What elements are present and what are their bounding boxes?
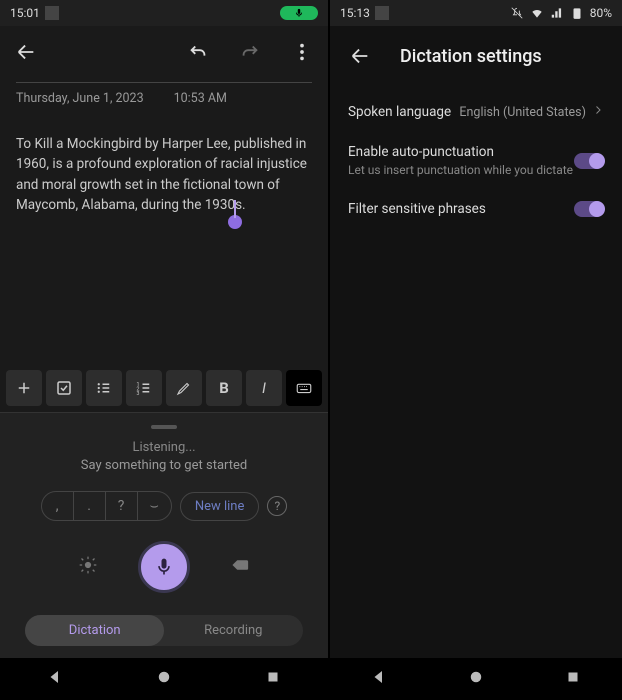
add-icon[interactable] [6,370,42,406]
mode-recording[interactable]: Recording [164,615,303,646]
newline-button[interactable]: New line [180,492,260,521]
undo-icon[interactable] [182,36,214,68]
text-cursor-handle[interactable] [228,215,242,229]
mic-button[interactable] [138,541,190,593]
note-content[interactable]: Thursday, June 1, 2023 10:53 AM To Kill … [0,82,328,215]
backspace-icon[interactable] [230,555,250,579]
back-icon[interactable] [10,36,42,68]
mic-row [10,541,318,593]
chevron-right-icon [592,104,604,120]
page-title: Dictation settings [400,46,542,67]
note-time: 10:53 AM [174,91,227,106]
status-app-icon [375,6,389,20]
setting-spoken-language[interactable]: Spoken language English (United States) [330,92,622,132]
italic-button[interactable]: I [246,370,282,406]
nav-recent-icon[interactable] [564,668,582,690]
numbered-list-icon[interactable]: 123 [126,370,162,406]
silent-icon [510,6,524,20]
app-topbar [0,26,328,82]
redo-icon[interactable] [234,36,266,68]
punctuation-row: , . ? ⌣ New line ? [10,491,318,521]
more-icon[interactable] [286,36,318,68]
toggle-filter-phrases[interactable] [574,201,604,217]
mode-dictation[interactable]: Dictation [25,615,164,646]
android-nav-bar [330,658,622,700]
period-button[interactable]: . [74,492,106,520]
status-icons: 80% [510,6,612,20]
status-bar: 15:01 [0,0,328,26]
mic-active-pill[interactable] [280,6,318,20]
signal-icon [550,6,564,20]
battery-percent: 80% [590,6,612,20]
back-icon[interactable] [344,40,376,72]
punctuation-group: , . ? ⌣ [41,491,172,521]
settings-gear-icon[interactable] [78,555,98,579]
setting-filter-phrases[interactable]: Filter sensitive phrases [330,189,622,229]
space-button[interactable]: ⌣ [138,492,171,520]
keyboard-icon[interactable] [286,370,322,406]
note-date-row: Thursday, June 1, 2023 10:53 AM [16,91,312,106]
svg-text:3: 3 [137,390,140,396]
nav-back-icon[interactable] [46,668,64,690]
format-toolbar: 123 B I [0,364,328,412]
highlight-icon[interactable] [166,370,202,406]
divider [16,82,312,83]
status-time: 15:13 [340,6,370,20]
note-date: Thursday, June 1, 2023 [16,91,144,106]
bullet-list-icon[interactable] [86,370,122,406]
nav-home-icon[interactable] [467,668,485,690]
wifi-icon [530,6,544,20]
nav-home-icon[interactable] [155,668,173,690]
status-time: 15:01 [10,6,40,20]
question-button[interactable]: ? [106,492,138,520]
bold-button[interactable]: B [206,370,242,406]
comma-button[interactable]: , [42,492,74,520]
setting-auto-punctuation[interactable]: Enable auto-punctuation Let us insert pu… [330,132,622,189]
status-bar: 15:13 80% [330,0,622,26]
note-body[interactable]: To Kill a Mockingbird by Harper Lee, pub… [16,134,312,215]
toggle-auto-punctuation[interactable] [574,153,604,169]
nav-back-icon[interactable] [370,668,388,690]
android-nav-bar [0,658,328,700]
settings-header: Dictation settings [330,26,622,92]
nav-recent-icon[interactable] [264,668,282,690]
status-app-icon [45,6,59,20]
drag-handle[interactable] [151,425,177,429]
dictation-panel: Listening... Say something to get starte… [0,412,328,658]
listening-status: Listening... Say something to get starte… [81,439,247,475]
battery-icon [570,6,584,20]
mode-toggle: Dictation Recording [25,615,302,646]
checkbox-icon[interactable] [46,370,82,406]
help-icon[interactable]: ? [267,496,287,516]
